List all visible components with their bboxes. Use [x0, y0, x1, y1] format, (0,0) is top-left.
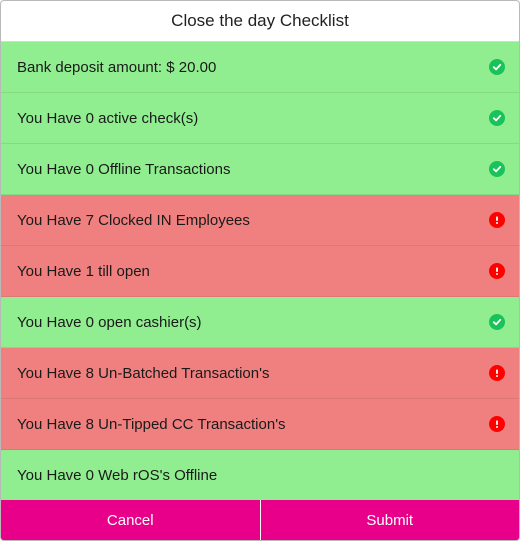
check-circle-icon	[489, 59, 505, 75]
check-circle-icon	[489, 161, 505, 177]
check-circle-icon	[489, 314, 505, 330]
submit-button[interactable]: Submit	[260, 500, 519, 540]
checklist-item-label: You Have 0 Web rOS's Offline	[17, 466, 218, 484]
checklist-item: You Have 0 open cashier(s)	[1, 297, 519, 348]
dialog-title: Close the day Checklist	[1, 1, 519, 42]
checklist-item-label: You Have 0 open cashier(s)	[17, 313, 202, 331]
alert-icon	[489, 416, 505, 432]
checklist-item-label: You Have 7 Clocked IN Employees	[17, 211, 250, 229]
checklist-item-label: You Have 8 Un-Tipped CC Transaction's	[17, 415, 286, 433]
alert-icon	[489, 263, 505, 279]
checklist-item-label: Bank deposit amount: $ 20.00	[17, 58, 217, 76]
checklist-item-label: You Have 8 Un-Batched Transaction's	[17, 364, 270, 382]
checklist-item-label: You Have 0 active check(s)	[17, 109, 199, 127]
dialog-footer: Cancel Submit	[1, 500, 519, 540]
checklist-item-label: You Have 1 till open	[17, 262, 150, 280]
checklist-item: You Have 8 Un-Batched Transaction's	[1, 348, 519, 399]
checklist-item: You Have 1 till open	[1, 246, 519, 297]
alert-icon	[489, 365, 505, 381]
cancel-button[interactable]: Cancel	[1, 500, 260, 540]
alert-icon	[489, 212, 505, 228]
checklist: Bank deposit amount: $ 20.00 You Have 0 …	[1, 42, 519, 501]
checklist-item: You Have 8 Un-Tipped CC Transaction's	[1, 399, 519, 450]
checklist-item: You Have 0 Offline Transactions	[1, 144, 519, 195]
checklist-item: You Have 7 Clocked IN Employees	[1, 195, 519, 246]
checklist-item: Bank deposit amount: $ 20.00	[1, 42, 519, 93]
checklist-item-label: You Have 0 Offline Transactions	[17, 160, 231, 178]
checklist-item: You Have 0 Web rOS's Offline	[1, 450, 519, 501]
close-day-dialog: Close the day Checklist Bank deposit amo…	[0, 0, 520, 541]
checklist-item: You Have 0 active check(s)	[1, 93, 519, 144]
check-circle-icon	[489, 110, 505, 126]
